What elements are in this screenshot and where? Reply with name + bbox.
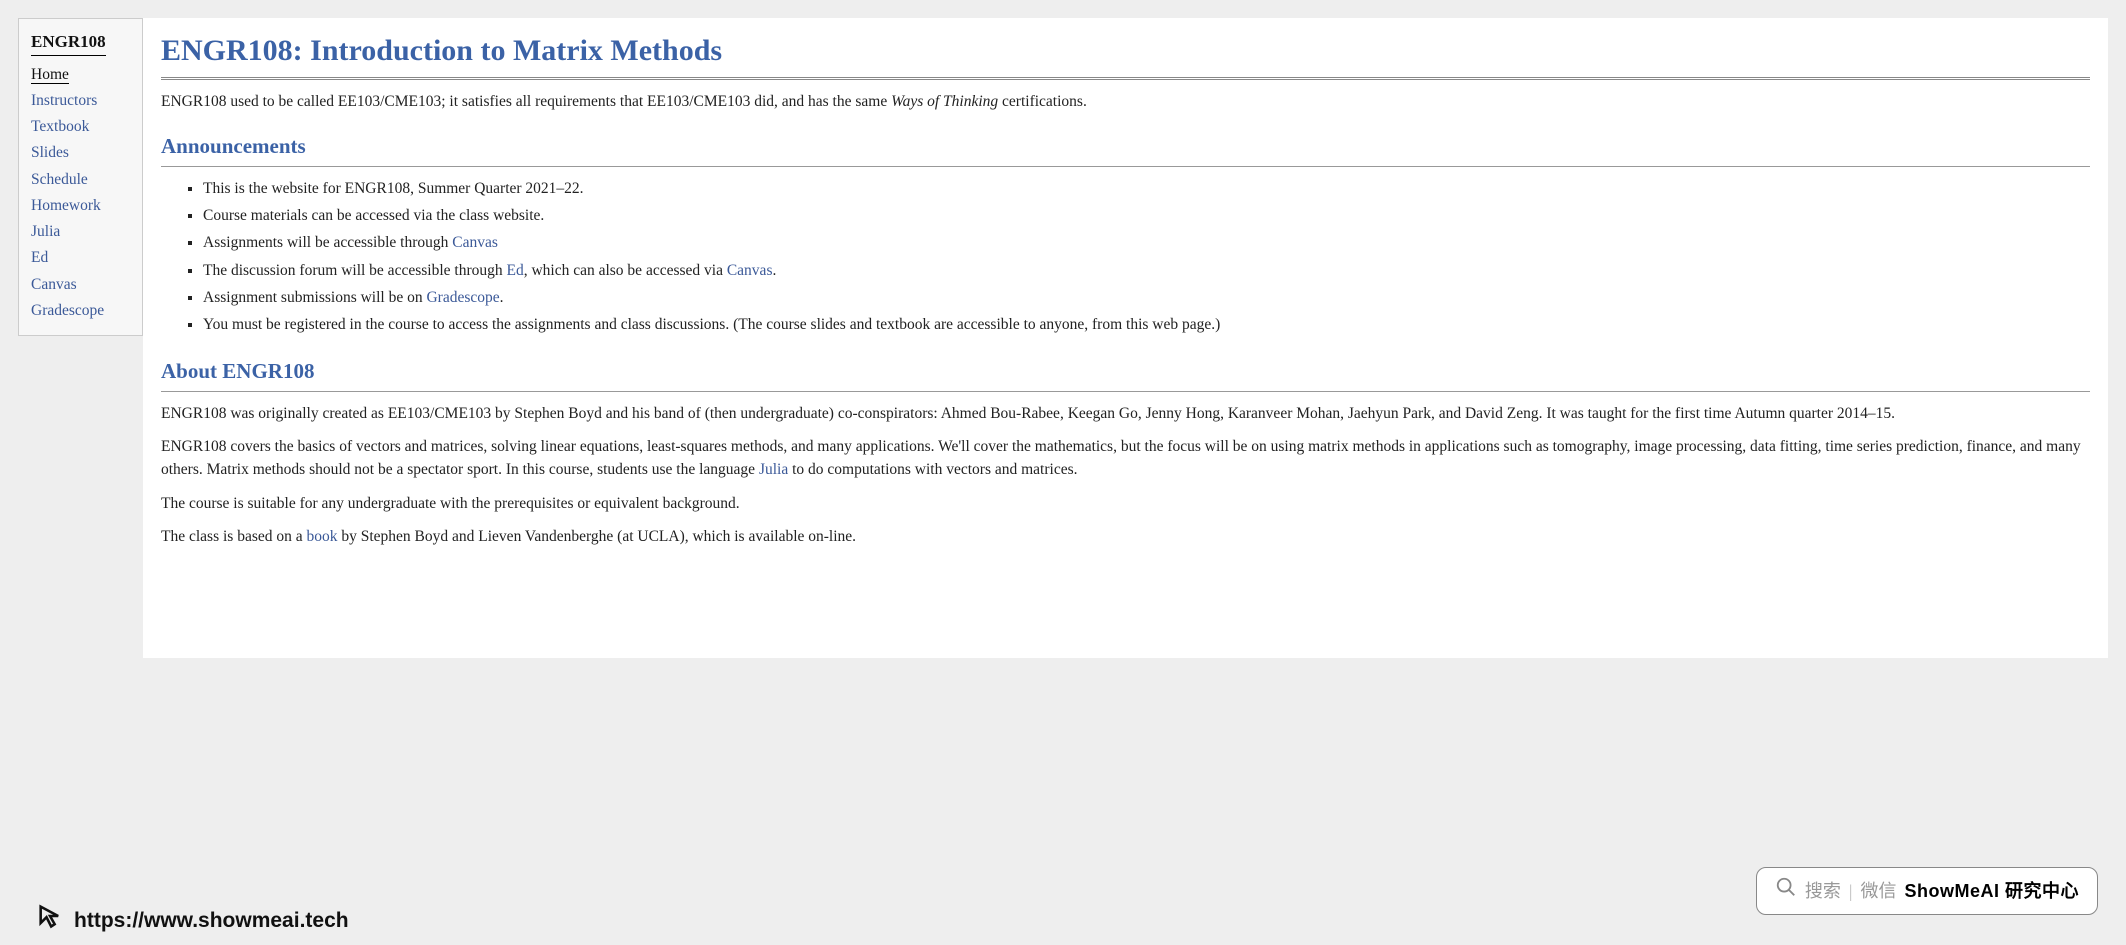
intro-text-post: certifications. bbox=[998, 93, 1087, 110]
canvas-link[interactable]: Canvas bbox=[452, 234, 498, 251]
watermark-badge: 搜索 | 微信 ShowMeAI 研究中心 bbox=[1756, 867, 2098, 915]
sidebar-item-schedule[interactable]: Schedule bbox=[31, 171, 88, 188]
intro-paragraph: ENGR108 used to be called EE103/CME103; … bbox=[161, 90, 2090, 113]
announcement-item: Assignment submissions will be on Grades… bbox=[203, 286, 2090, 309]
announcement-text: Assignments will be accessible through bbox=[203, 234, 452, 251]
announcement-item: Assignments will be accessible through C… bbox=[203, 231, 2090, 254]
watermark-search-label: 搜索 bbox=[1805, 878, 1841, 905]
announcement-item: The discussion forum will be accessible … bbox=[203, 259, 2090, 282]
julia-link[interactable]: Julia bbox=[759, 461, 788, 478]
about-heading: About ENGR108 bbox=[161, 356, 2090, 392]
watermark-separator: | bbox=[1849, 878, 1853, 905]
about-p4-post: by Stephen Boyd and Lieven Vandenberghe … bbox=[338, 528, 857, 545]
watermark-brand: ShowMeAI 研究中心 bbox=[1904, 878, 2079, 905]
announcement-text: . bbox=[500, 289, 504, 306]
sidebar-item-ed[interactable]: Ed bbox=[31, 249, 48, 266]
about-p2-post: to do computations with vectors and matr… bbox=[788, 461, 1077, 478]
about-p2-pre: ENGR108 covers the basics of vectors and… bbox=[161, 438, 2081, 478]
ed-link[interactable]: Ed bbox=[506, 262, 523, 279]
sidebar-item-homework[interactable]: Homework bbox=[31, 197, 101, 214]
about-p2: ENGR108 covers the basics of vectors and… bbox=[161, 435, 2090, 482]
footer-url: https://www.showmeai.tech bbox=[36, 902, 349, 940]
sidebar-title: ENGR108 bbox=[31, 29, 106, 56]
cursor-icon bbox=[36, 902, 64, 940]
announcement-text: . bbox=[772, 262, 776, 279]
search-icon bbox=[1775, 876, 1797, 906]
page-title: ENGR108: Introduction to Matrix Methods bbox=[161, 28, 2090, 80]
about-p4-pre: The class is based on a bbox=[161, 528, 307, 545]
page-container: ENGR108 Home Instructors Textbook Slides… bbox=[0, 0, 2126, 676]
announcement-item: This is the website for ENGR108, Summer … bbox=[203, 177, 2090, 200]
main-content: ENGR108: Introduction to Matrix Methods … bbox=[143, 18, 2108, 658]
announcements-heading: Announcements bbox=[161, 131, 2090, 167]
announcement-text: , which can also be accessed via bbox=[524, 262, 727, 279]
sidebar-item-julia[interactable]: Julia bbox=[31, 223, 60, 240]
sidebar-nav-list: Home Instructors Textbook Slides Schedul… bbox=[31, 63, 132, 323]
canvas-link[interactable]: Canvas bbox=[727, 262, 773, 279]
intro-text-pre: ENGR108 used to be called EE103/CME103; … bbox=[161, 93, 891, 110]
sidebar-item-home[interactable]: Home bbox=[31, 66, 69, 84]
gradescope-link[interactable]: Gradescope bbox=[426, 289, 499, 306]
announcement-item: Course materials can be accessed via the… bbox=[203, 204, 2090, 227]
announcements-list: This is the website for ENGR108, Summer … bbox=[203, 177, 2090, 337]
sidebar-item-gradescope[interactable]: Gradescope bbox=[31, 302, 104, 319]
about-p3: The course is suitable for any undergrad… bbox=[161, 492, 2090, 515]
sidebar: ENGR108 Home Instructors Textbook Slides… bbox=[18, 18, 143, 336]
book-link[interactable]: book bbox=[307, 528, 338, 545]
announcement-item: You must be registered in the course to … bbox=[203, 313, 2090, 336]
sidebar-item-instructors[interactable]: Instructors bbox=[31, 92, 97, 109]
watermark-wechat-label: 微信 bbox=[1860, 878, 1896, 905]
announcement-text: Assignment submissions will be on bbox=[203, 289, 426, 306]
intro-italic: Ways of Thinking bbox=[891, 93, 998, 110]
announcement-text: The discussion forum will be accessible … bbox=[203, 262, 506, 279]
footer-url-text: https://www.showmeai.tech bbox=[74, 905, 349, 937]
about-p1: ENGR108 was originally created as EE103/… bbox=[161, 402, 2090, 425]
sidebar-item-slides[interactable]: Slides bbox=[31, 144, 69, 161]
sidebar-item-canvas[interactable]: Canvas bbox=[31, 276, 77, 293]
about-p4: The class is based on a book by Stephen … bbox=[161, 525, 2090, 548]
sidebar-item-textbook[interactable]: Textbook bbox=[31, 118, 89, 135]
